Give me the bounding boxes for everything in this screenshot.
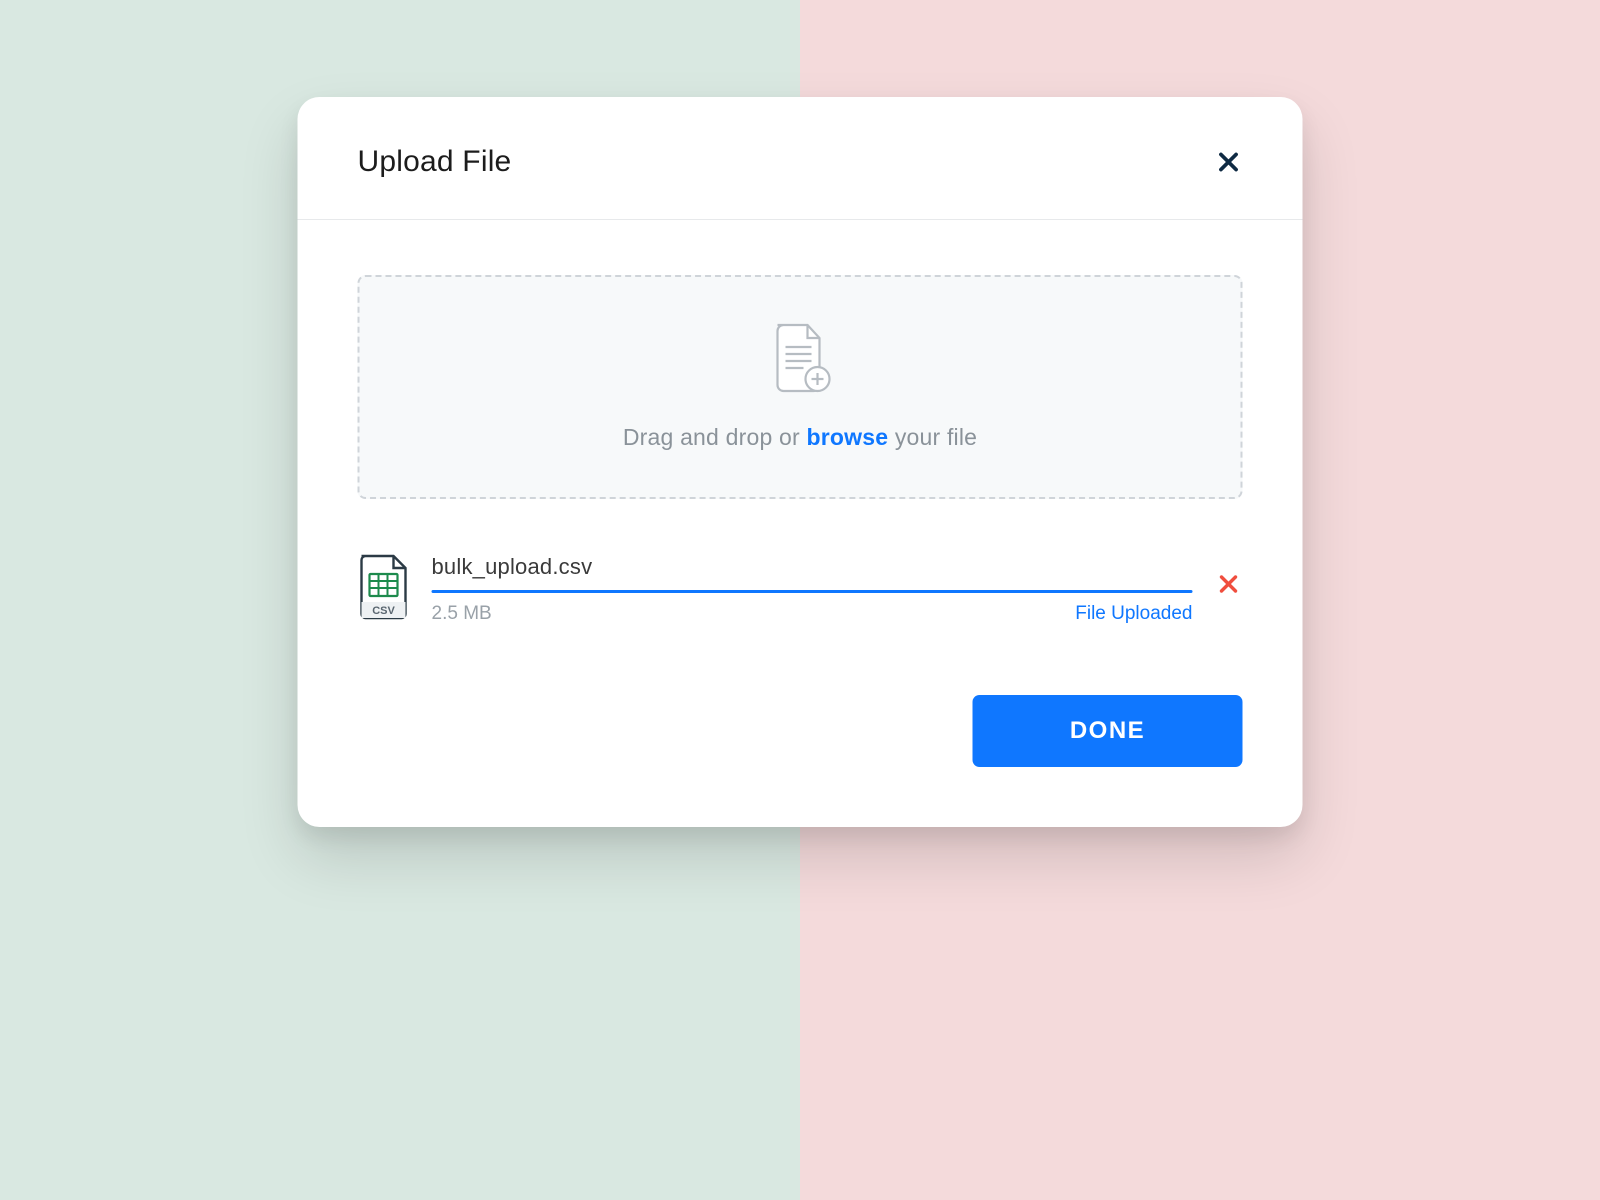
modal-title: Upload File	[358, 145, 512, 179]
file-add-icon	[769, 323, 831, 400]
done-button[interactable]: DONE	[973, 695, 1243, 767]
file-meta: 2.5 MB File Uploaded	[432, 593, 1193, 625]
dropzone[interactable]: Drag and drop or browse your file	[358, 275, 1243, 499]
uploaded-file-row: CSV bulk_upload.csv 2.5 MB File Uploaded	[358, 554, 1243, 625]
file-name: bulk_upload.csv	[432, 554, 1193, 590]
remove-file-button[interactable]	[1215, 573, 1243, 601]
close-icon	[1216, 149, 1242, 175]
modal-footer: DONE	[358, 695, 1243, 767]
dropzone-text-before: Drag and drop or	[623, 424, 807, 450]
file-type-badge: CSV	[372, 605, 395, 617]
file-size: 2.5 MB	[432, 603, 492, 625]
modal-header: Upload File	[298, 97, 1303, 220]
dropzone-text: Drag and drop or browse your file	[623, 424, 977, 451]
file-info: bulk_upload.csv 2.5 MB File Uploaded	[432, 554, 1193, 625]
file-status: File Uploaded	[1075, 603, 1192, 625]
csv-file-icon: CSV	[358, 554, 410, 625]
dropzone-text-after: your file	[888, 424, 977, 450]
close-button[interactable]	[1215, 148, 1243, 176]
remove-icon	[1217, 572, 1241, 601]
browse-link[interactable]: browse	[807, 424, 889, 450]
modal-body: Drag and drop or browse your file CSV	[298, 220, 1303, 827]
upload-modal: Upload File	[298, 97, 1303, 827]
